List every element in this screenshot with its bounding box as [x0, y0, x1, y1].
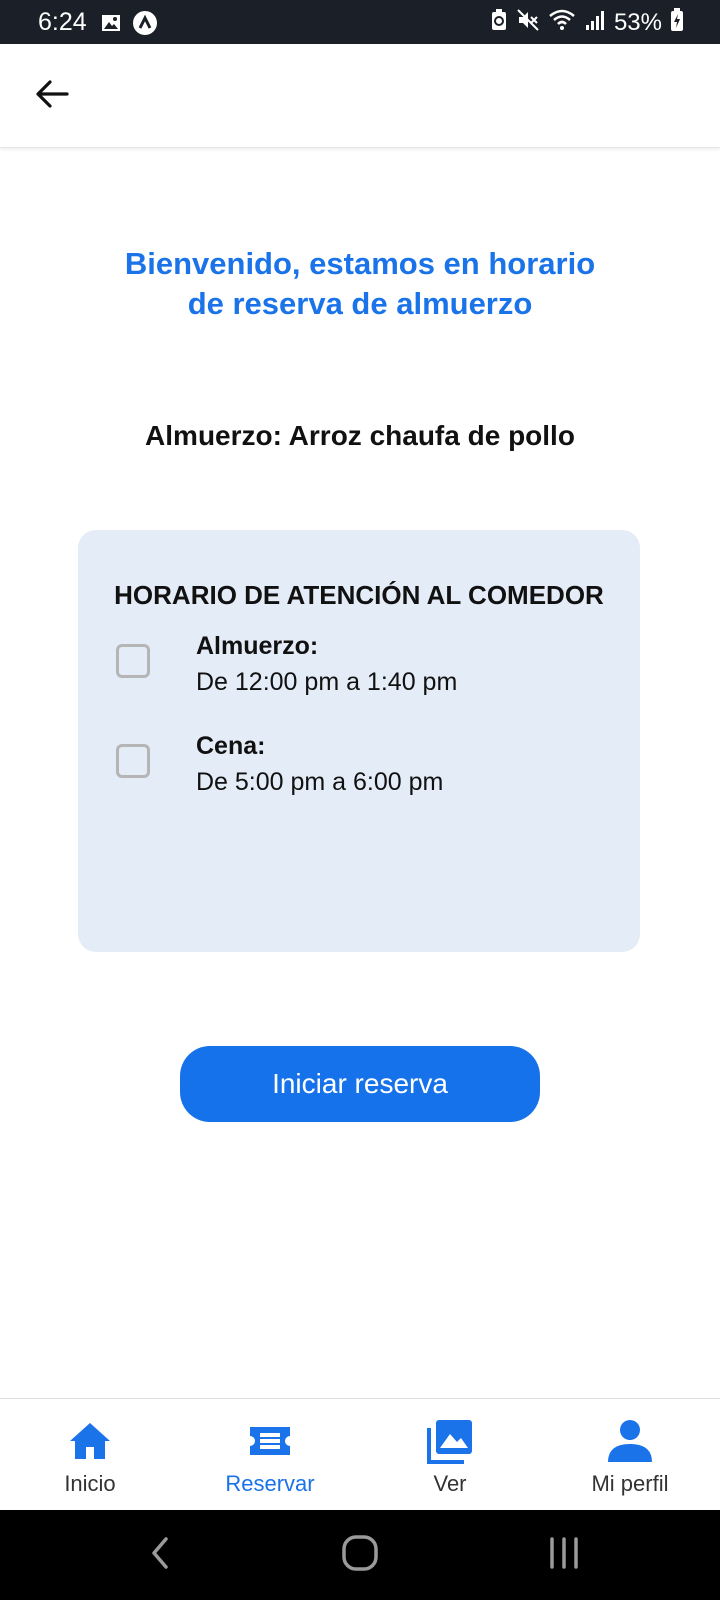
- recents-icon: [546, 1535, 582, 1576]
- welcome-line-2: de reserva de almuerzo: [187, 286, 533, 321]
- nav-label: Reservar: [225, 1471, 315, 1496]
- cena-checkbox[interactable]: [116, 744, 150, 778]
- gallery-icon: [100, 12, 122, 39]
- battery-charging-icon: [670, 8, 684, 37]
- option-cena: Cena: De 5:00 pm a 6:00 pm: [78, 730, 640, 810]
- nav-label: Ver: [433, 1471, 467, 1496]
- option-name: Almuerzo:: [196, 632, 319, 660]
- system-navigation-bar: [0, 1510, 720, 1600]
- person-icon: [606, 1418, 654, 1469]
- option-almuerzo: Almuerzo: De 12:00 pm a 1:40 pm: [78, 630, 640, 710]
- nav-item-mi-perfil[interactable]: Mi perfil: [540, 1399, 720, 1511]
- app-bar: [0, 44, 720, 148]
- system-back-button[interactable]: [130, 1530, 190, 1580]
- welcome-heading: Bienvenido, estamos en horario de reserv…: [60, 244, 660, 324]
- nav-item-ver[interactable]: Ver: [360, 1399, 540, 1511]
- wifi-icon: [548, 8, 576, 37]
- option-name: Cena:: [196, 732, 266, 760]
- photo-library-icon: [426, 1418, 474, 1469]
- mute-icon: [516, 8, 540, 37]
- home-square-icon: [340, 1533, 380, 1578]
- signal-icon: [584, 9, 606, 36]
- home-icon: [68, 1421, 112, 1466]
- battery-percent: 53%: [613, 8, 662, 36]
- system-home-button[interactable]: [330, 1530, 390, 1580]
- nav-item-inicio[interactable]: Inicio: [0, 1399, 180, 1511]
- battery-saver-icon: [490, 8, 508, 37]
- schedule-card: HORARIO DE ATENCIÓN AL COMEDOR Almuerzo:…: [78, 530, 640, 952]
- back-button[interactable]: [30, 74, 74, 118]
- nav-label: Inicio: [64, 1471, 116, 1496]
- chevron-left-icon: [148, 1535, 172, 1576]
- almuerzo-checkbox[interactable]: [116, 644, 150, 678]
- status-right-icons: 53%: [490, 8, 684, 37]
- app-notification-icon: [132, 10, 158, 41]
- option-time: De 5:00 pm a 6:00 pm: [196, 768, 444, 796]
- nav-label: Mi perfil: [591, 1471, 669, 1496]
- nav-item-reservar[interactable]: Reservar: [180, 1399, 360, 1511]
- ticket-icon: [248, 1424, 292, 1463]
- schedule-card-title: HORARIO DE ATENCIÓN AL COMEDOR: [114, 580, 604, 610]
- welcome-line-1: Bienvenido, estamos en horario: [124, 246, 596, 281]
- menu-of-the-day: Almuerzo: Arroz chaufa de pollo: [145, 420, 575, 451]
- status-bar: 6:24 53%: [0, 0, 720, 44]
- arrow-left-icon: [35, 79, 69, 114]
- option-time: De 12:00 pm a 1:40 pm: [196, 668, 458, 696]
- system-recents-button[interactable]: [534, 1530, 594, 1580]
- status-left-icons: [100, 10, 158, 41]
- bottom-navigation: Inicio Reservar Ver Mi perfil: [0, 1398, 720, 1510]
- start-reservation-button[interactable]: Iniciar reserva: [180, 1046, 540, 1122]
- status-time: 6:24: [38, 8, 87, 36]
